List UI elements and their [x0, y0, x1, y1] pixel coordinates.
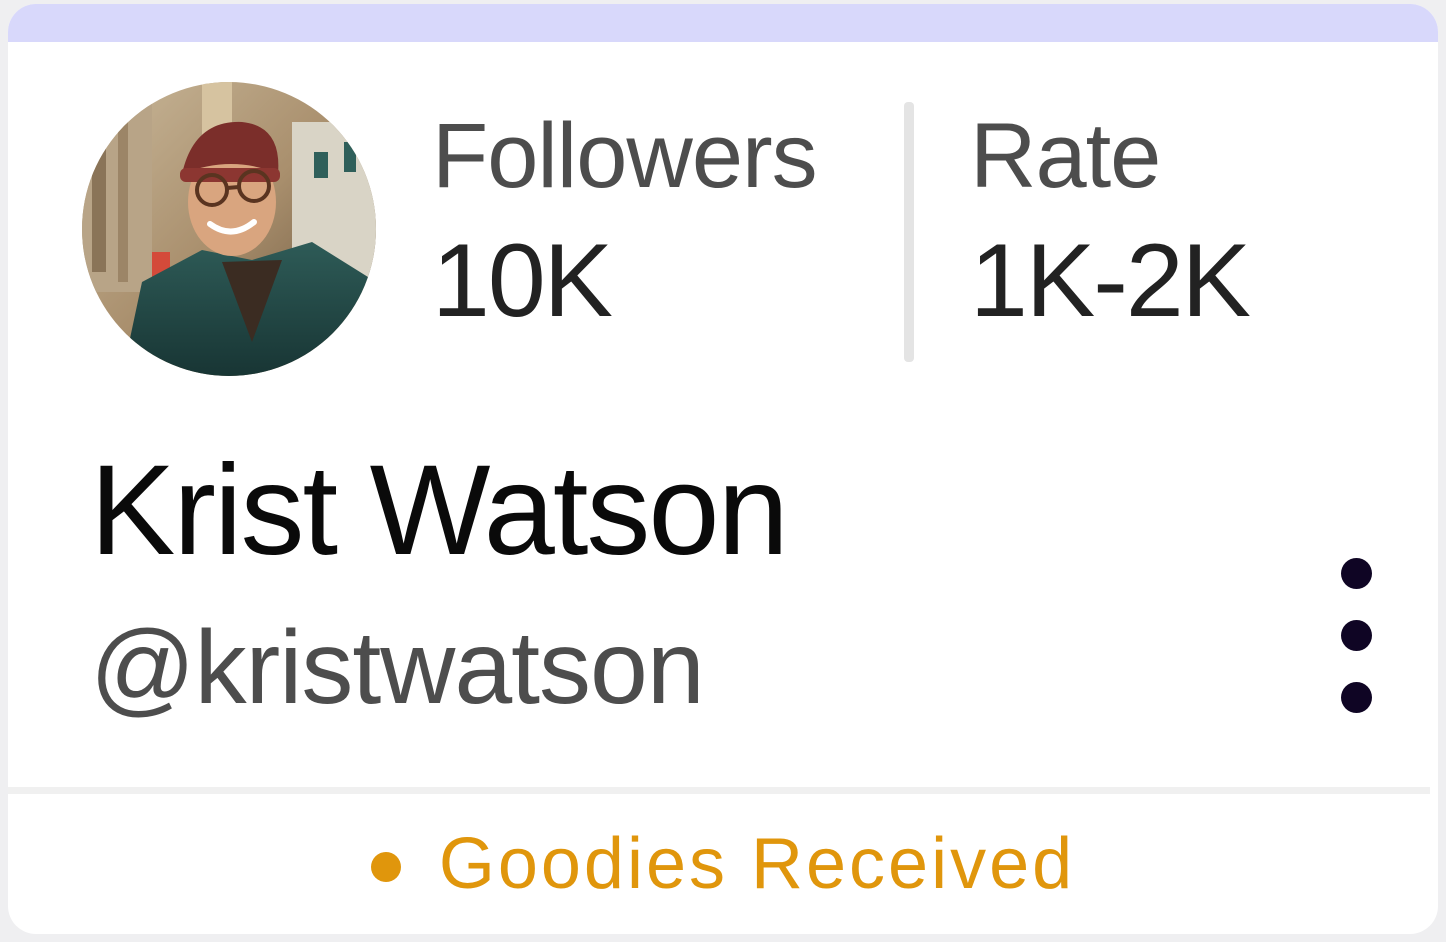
status-footer: Goodies Received	[8, 794, 1438, 934]
ellipsis-dot	[1341, 682, 1372, 713]
avatar[interactable]	[82, 82, 376, 376]
ellipsis-dot	[1341, 558, 1372, 589]
influencer-card[interactable]: Followers 10K Rate 1K-2K Krist Watson @k…	[8, 4, 1438, 934]
card-top-stripe	[8, 4, 1438, 42]
followers-stat: Followers 10K	[432, 104, 818, 346]
followers-value: 10K	[432, 223, 613, 339]
status-text: Goodies Received	[438, 824, 1076, 904]
ellipsis-dot	[1341, 620, 1372, 651]
status-dot-icon	[370, 852, 401, 882]
profile-name: Krist Watson	[90, 439, 789, 582]
rate-label: Rate	[970, 105, 1161, 207]
rate-value: 1K-2K	[970, 223, 1251, 339]
stats-divider	[904, 102, 914, 362]
profile-handle: @kristwatson	[90, 610, 705, 726]
avatar-photo	[82, 82, 376, 376]
rate-stat: Rate 1K-2K	[970, 104, 1251, 346]
more-options-button[interactable]	[1326, 548, 1386, 724]
footer-divider	[8, 787, 1430, 794]
followers-label: Followers	[432, 105, 818, 207]
